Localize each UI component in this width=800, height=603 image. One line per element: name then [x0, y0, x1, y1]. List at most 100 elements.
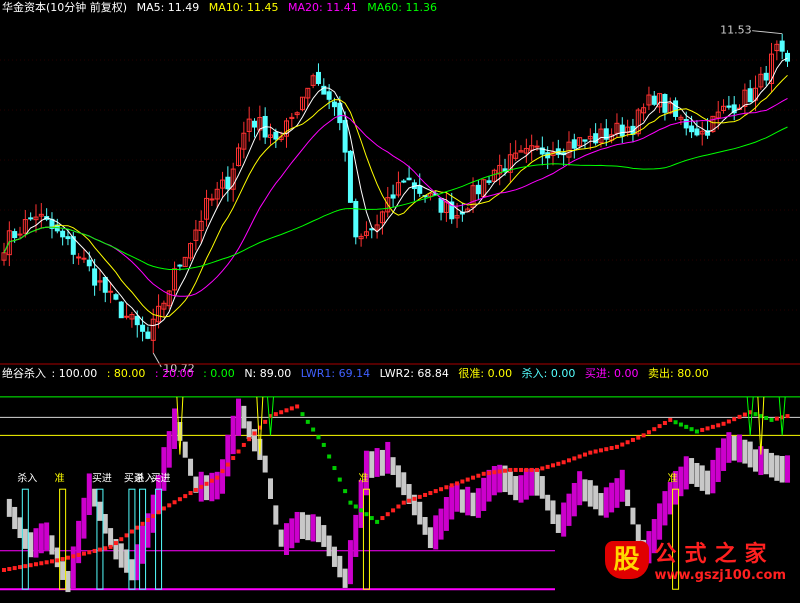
- lwr-ribbon-bar: [166, 431, 172, 468]
- trend-block: [545, 464, 550, 469]
- trend-block: [620, 442, 625, 447]
- trend-block: [769, 417, 774, 422]
- trend-block: [151, 514, 156, 519]
- candle-body: [124, 315, 130, 318]
- indicator-v4: : 0.00: [203, 367, 235, 380]
- lwr-ribbon-bar: [438, 508, 444, 540]
- trend-block: [49, 559, 54, 564]
- lwr-ribbon-bar: [614, 478, 620, 508]
- lwr-ribbon-bar: [44, 522, 50, 550]
- indicator-name: 绝谷杀入: [2, 367, 46, 380]
- trend-block: [97, 547, 102, 552]
- lwr-ribbon-bar: [417, 501, 423, 525]
- min-marker-line: [152, 352, 162, 368]
- lwr-ribbon-bar: [150, 494, 156, 533]
- watermark-title: 公式之家: [654, 542, 775, 567]
- chart-root: 11.53 10.72 杀入准买进 买进 杀入 买进准准 华金资本(10分钟 前复权) M…: [0, 0, 800, 603]
- candle-body: [65, 236, 71, 240]
- candle-body: [315, 71, 321, 85]
- trend-block: [236, 449, 241, 454]
- candle-body: [342, 120, 348, 153]
- lwr-ribbon-bar: [17, 517, 23, 539]
- trend-block: [561, 460, 566, 465]
- candle-body: [673, 100, 679, 117]
- trend-block: [423, 492, 428, 497]
- signal-label: 准: [668, 472, 678, 484]
- candle-body: [401, 180, 407, 183]
- candle-body: [662, 94, 668, 113]
- lwr-ribbon-bar: [22, 528, 28, 549]
- trend-block: [305, 419, 310, 424]
- lwr-ribbon-bar: [369, 451, 375, 478]
- trend-block: [732, 417, 737, 422]
- ma-line-2: [3, 97, 788, 297]
- trend-block: [700, 427, 705, 432]
- watermark-logo: 股: [604, 540, 649, 579]
- trend-block: [678, 422, 683, 427]
- trend-block: [694, 429, 699, 434]
- trend-block: [417, 494, 422, 499]
- trend-block: [572, 456, 577, 461]
- lwr-ribbon-bar: [513, 476, 519, 501]
- trend-block: [375, 519, 380, 524]
- lwr-ribbon-bar: [715, 447, 721, 483]
- trend-block: [369, 516, 374, 521]
- lwr-ribbon-bar: [140, 525, 146, 564]
- trend-block: [673, 420, 678, 425]
- indicator-hen: 很准: 0.00: [458, 367, 513, 380]
- trend-block: [625, 440, 630, 445]
- trend-block: [129, 529, 134, 534]
- ma20-label: MA20: 11.41: [288, 1, 358, 14]
- candle-body: [273, 131, 279, 140]
- candle-body: [347, 150, 353, 203]
- candle-body: [134, 315, 140, 326]
- trend-block: [455, 481, 460, 486]
- trend-block: [300, 412, 305, 417]
- trend-block: [167, 503, 172, 508]
- trend-block: [566, 458, 571, 463]
- max-price-label: 11.53: [720, 24, 752, 37]
- trend-block: [215, 475, 220, 480]
- trend-block: [705, 426, 710, 431]
- trend-block: [108, 544, 113, 549]
- lwr-ribbon-bar: [454, 483, 460, 512]
- lwr-ribbon-bar: [753, 449, 759, 472]
- lwr-ribbon-bar: [299, 512, 305, 539]
- lwr-ribbon-bar: [534, 468, 540, 496]
- lwr-ribbon-bar: [204, 475, 210, 501]
- trend-block: [721, 421, 726, 426]
- trend-block: [124, 533, 129, 538]
- candle-body: [177, 264, 183, 267]
- top-marker-green: [746, 396, 754, 436]
- lwr-ribbon-bar: [326, 535, 332, 557]
- lwr-ribbon-bar: [523, 468, 529, 500]
- trend-block: [433, 489, 438, 494]
- candle-body: [534, 145, 540, 148]
- candle-body: [12, 231, 18, 239]
- lwr-ribbon-bar: [657, 503, 663, 540]
- trend-block: [332, 466, 337, 471]
- lwr-ribbon-bar: [289, 518, 295, 549]
- candle-body: [17, 233, 23, 236]
- lwr-ribbon-bar: [273, 505, 279, 525]
- lwr-ribbon-bar: [134, 544, 140, 581]
- trend-block: [359, 508, 364, 513]
- lwr-ribbon-bar: [65, 570, 71, 593]
- trend-block: [652, 427, 657, 432]
- trend-block: [646, 430, 651, 435]
- lwr-ribbon-bar: [209, 472, 215, 502]
- trend-block: [188, 491, 193, 496]
- lwr-ribbon-bar: [598, 493, 604, 516]
- chart-title: 华金资本(10分钟 前复权): [2, 1, 128, 14]
- lwr-ribbon-bar: [694, 462, 700, 487]
- candle-body: [326, 91, 332, 100]
- signal-label: 准: [55, 472, 65, 484]
- trend-block: [577, 454, 582, 459]
- trend-block: [311, 427, 316, 432]
- lwr-ribbon-bar: [241, 405, 247, 429]
- trend-block: [225, 462, 230, 467]
- candle-body: [60, 230, 66, 238]
- trend-block: [439, 487, 444, 492]
- lwr-ribbon-bar: [315, 516, 321, 543]
- trend-block: [630, 437, 635, 442]
